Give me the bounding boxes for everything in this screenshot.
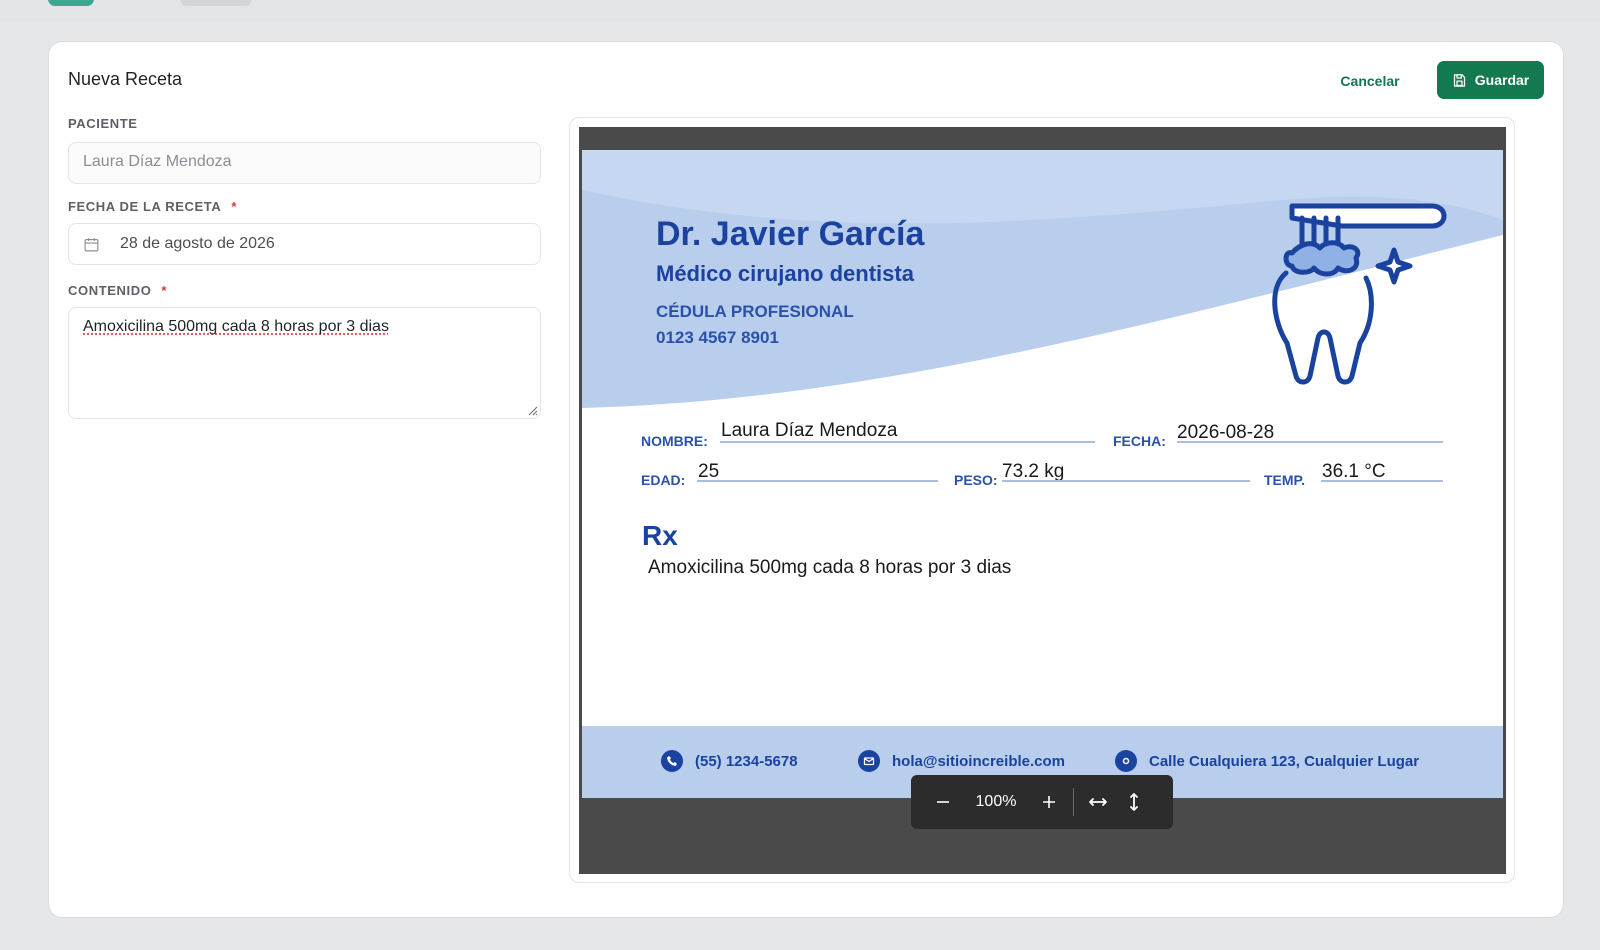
footer-email: hola@sitioincreible.com	[858, 750, 1065, 772]
fit-height-button[interactable]	[1116, 784, 1152, 820]
rx-heading: Rx	[642, 520, 678, 551]
nombre-line	[720, 441, 1095, 443]
nombre-value: Laura Díaz Mendoza	[721, 420, 898, 441]
content-label: CONTENIDO *	[68, 283, 167, 298]
prescription-preview: Dr. Javier García Médico cirujano dentis…	[569, 117, 1515, 883]
required-mark: *	[161, 283, 168, 298]
content-text: Amoxicilina 500mg cada 8 horas por 3 dia…	[83, 318, 389, 335]
pdf-viewer[interactable]: Dr. Javier García Médico cirujano dentis…	[579, 127, 1506, 874]
edad-line	[697, 480, 938, 482]
email-text: hola@sitioincreible.com	[892, 752, 1065, 770]
top-bar-item	[180, 0, 252, 6]
cedula-label: CÉDULA PROFESIONAL	[656, 302, 854, 321]
cedula-number: 0123 4567 8901	[656, 328, 779, 347]
document-header: Dr. Javier García Médico cirujano dentis…	[582, 150, 1503, 408]
resize-handle-icon[interactable]	[526, 404, 538, 416]
nombre-label: NOMBRE:	[641, 433, 708, 449]
plus-icon	[1043, 796, 1055, 808]
date-picker-field[interactable]: 28 de agosto de 2026	[68, 223, 541, 265]
footer-phone: (55) 1234-5678	[661, 750, 798, 772]
patient-label: PACIENTE	[68, 116, 138, 131]
save-button-label: Guardar	[1474, 72, 1530, 88]
cancel-button[interactable]: Cancelar	[1327, 64, 1413, 98]
prescription-editor-card: Nueva Receta Cancelar Guardar PACIENTE L…	[48, 41, 1564, 918]
peso-label: PESO:	[954, 472, 998, 488]
content-label-text: CONTENIDO	[68, 283, 152, 298]
zoom-toolbar: 100%	[911, 775, 1173, 829]
peso-line	[1002, 480, 1250, 482]
prescription-document: Dr. Javier García Médico cirujano dentis…	[582, 150, 1503, 798]
zoom-in-button[interactable]	[1031, 784, 1067, 820]
date-label: FECHA DE LA RECETA *	[68, 199, 237, 214]
edad-label: EDAD:	[641, 472, 686, 488]
phone-text: (55) 1234-5678	[695, 752, 798, 770]
location-icon	[1115, 750, 1137, 772]
fit-width-button[interactable]	[1080, 784, 1116, 820]
toolbar-divider	[1073, 788, 1074, 816]
fecha-label: FECHA:	[1113, 433, 1166, 449]
tooth-brush-icon	[1272, 203, 1447, 385]
footer-address: Calle Cualquiera 123, Cualquier Lugar	[1115, 750, 1419, 772]
mail-icon	[858, 750, 880, 772]
doctor-name: Dr. Javier García	[656, 215, 925, 253]
minus-icon	[937, 801, 949, 803]
date-label-text: FECHA DE LA RECETA	[68, 199, 222, 214]
patient-label-text: PACIENTE	[68, 116, 138, 131]
address-text: Calle Cualquiera 123, Cualquier Lugar	[1149, 752, 1420, 770]
temp-label: TEMP.	[1264, 472, 1305, 488]
fit-height-icon	[1130, 793, 1138, 811]
doctor-title: Médico cirujano dentista	[656, 261, 914, 286]
calendar-icon	[84, 237, 99, 251]
save-button[interactable]: Guardar	[1437, 61, 1544, 99]
zoom-level: 100%	[975, 793, 1017, 810]
save-icon	[1453, 73, 1465, 87]
date-value: 28 de agosto de 2026	[120, 235, 275, 252]
phone-icon	[661, 750, 683, 772]
top-bar	[0, 0, 1600, 22]
content-textarea[interactable]: Amoxicilina 500mg cada 8 horas por 3 dia…	[68, 307, 541, 419]
rx-content: Amoxicilina 500mg cada 8 horas por 3 dia…	[648, 557, 1012, 578]
patient-field: Laura Díaz Mendoza	[68, 142, 541, 184]
zoom-out-button[interactable]	[925, 784, 961, 820]
top-bar-accent	[48, 0, 94, 6]
required-mark: *	[231, 199, 237, 214]
temp-line	[1321, 480, 1443, 482]
fecha-line	[1177, 441, 1443, 443]
fit-width-icon	[1089, 798, 1107, 806]
page-title: Nueva Receta	[68, 69, 183, 89]
